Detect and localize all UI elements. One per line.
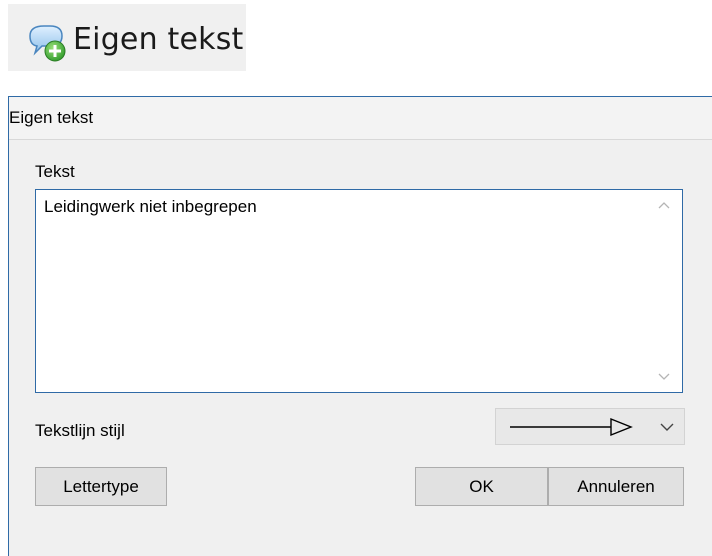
speech-bubble-add-icon (29, 25, 66, 62)
scroll-down-icon[interactable] (658, 372, 670, 382)
font-button[interactable]: Lettertype (35, 467, 167, 506)
dialog-title: Eigen tekst (9, 108, 94, 127)
eigen-tekst-dialog: Eigen tekst Tekst Leidingwerk niet inbeg… (8, 96, 712, 556)
text-input-value: Leidingwerk niet inbegrepen (44, 197, 257, 216)
toolbar-button-label: Eigen tekst (73, 22, 244, 57)
scroll-up-icon[interactable] (658, 200, 670, 210)
ok-button[interactable]: OK (415, 467, 548, 506)
chevron-down-icon (660, 423, 674, 431)
line-style-label: Tekstlijn stijl (35, 421, 125, 440)
arrow-line-icon (510, 417, 633, 437)
text-label: Tekst (35, 162, 75, 181)
line-style-select[interactable] (495, 408, 685, 445)
eigen-tekst-toolbar-button[interactable]: Eigen tekst (8, 4, 246, 71)
text-input[interactable]: Leidingwerk niet inbegrepen (35, 189, 683, 393)
dialog-titlebar: Eigen tekst (9, 97, 712, 140)
cancel-button[interactable]: Annuleren (548, 467, 684, 506)
